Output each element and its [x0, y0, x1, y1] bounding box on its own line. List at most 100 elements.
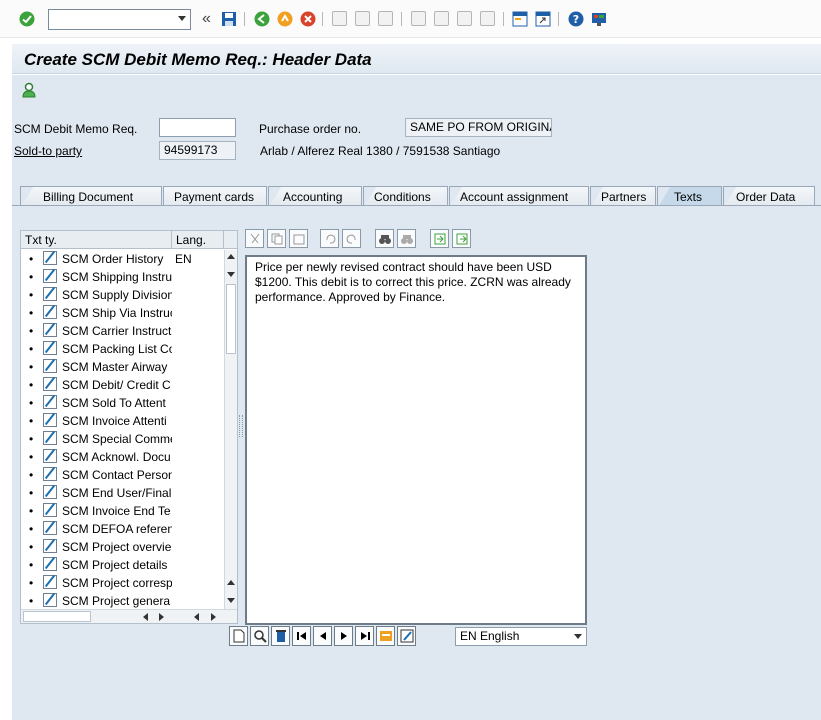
scroll-up-arrow-icon[interactable] [227, 254, 235, 259]
text-edit-icon[interactable] [43, 287, 57, 301]
text-type-row[interactable]: • SCM Project genera [21, 592, 237, 610]
scroll-up-arrow-icon[interactable] [227, 580, 235, 585]
cut-icon[interactable] [245, 229, 264, 248]
text-type-row[interactable]: • SCM Project details [21, 556, 237, 574]
text-edit-icon[interactable] [43, 359, 57, 373]
text-edit-icon[interactable] [43, 467, 57, 481]
text-edit-icon[interactable] [43, 503, 57, 517]
text-type-row[interactable]: • SCM Contact Person [21, 466, 237, 484]
new-document-icon[interactable] [229, 626, 248, 646]
text-type-row[interactable]: • SCM Shipping Instru [21, 268, 237, 286]
cancel-red-icon[interactable] [299, 10, 316, 27]
text-type-row[interactable]: • SCM DEFOA referen [21, 520, 237, 538]
find-next-icon[interactable] [377, 10, 394, 27]
scroll-right-arrow-icon[interactable] [159, 613, 164, 621]
text-type-row[interactable]: • SCM Debit/ Credit C [21, 376, 237, 394]
language-select[interactable]: EN English [455, 627, 587, 646]
text-type-row[interactable]: • SCM Project overvie [21, 538, 237, 556]
find-binoculars-icon[interactable] [375, 229, 394, 248]
shortcut-icon[interactable] [534, 10, 551, 27]
text-edit-icon[interactable] [43, 539, 57, 553]
text-type-row[interactable]: • SCM Carrier Instruct [21, 322, 237, 340]
new-session-icon[interactable] [511, 10, 528, 27]
text-type-row[interactable]: • SCM Master Airway [21, 358, 237, 376]
text-edit-icon[interactable] [43, 341, 57, 355]
previous-entry-icon[interactable] [313, 626, 332, 646]
first-page-icon[interactable] [410, 10, 427, 27]
enter-check-icon[interactable] [18, 10, 35, 27]
text-edit-icon[interactable] [43, 449, 57, 463]
save-icon[interactable] [220, 10, 237, 27]
export-icon[interactable] [452, 229, 471, 248]
chevron-down-icon[interactable] [178, 16, 186, 21]
text-edit-icon[interactable] [43, 395, 57, 409]
text-edit-icon[interactable] [43, 323, 57, 337]
previous-page-icon[interactable] [433, 10, 450, 27]
tab-order-data[interactable]: Order Data [723, 186, 815, 206]
vertical-scrollbar[interactable] [224, 250, 237, 610]
back-double-chevron-icon[interactable]: « [198, 10, 215, 27]
tab-conditions[interactable]: Conditions [363, 186, 448, 206]
redo-icon[interactable] [342, 229, 361, 248]
sold-to-party-field[interactable]: 94599173 [159, 141, 236, 160]
last-page-icon[interactable] [479, 10, 496, 27]
text-type-row[interactable]: • SCM Order History EN [21, 250, 237, 268]
text-edit-icon[interactable] [43, 521, 57, 535]
person-icon[interactable] [22, 82, 36, 101]
tab-texts[interactable]: Texts [657, 186, 722, 206]
format-icon[interactable] [376, 626, 395, 646]
customize-layout-icon[interactable] [590, 10, 607, 27]
scroll-right-arrow-icon[interactable] [211, 613, 216, 621]
text-type-row[interactable]: • SCM Sold To Attent [21, 394, 237, 412]
tab-billing-document[interactable]: Billing Document [20, 186, 162, 206]
help-icon[interactable]: ? [567, 10, 584, 27]
purchase-order-field[interactable]: SAME PO FROM ORIGINA [405, 118, 552, 137]
command-field[interactable] [48, 9, 191, 30]
text-edit-icon[interactable] [43, 593, 57, 607]
scroll-thumb[interactable] [226, 284, 236, 354]
text-edit-icon[interactable] [43, 305, 57, 319]
hscroll-thumb[interactable] [23, 611, 91, 622]
next-page-icon[interactable] [456, 10, 473, 27]
text-type-row[interactable]: • SCM Project corresp [21, 574, 237, 592]
text-edit-icon[interactable] [43, 557, 57, 571]
text-type-row[interactable]: • SCM Invoice Attenti [21, 412, 237, 430]
detail-view-icon[interactable] [250, 626, 269, 646]
column-header-language[interactable]: Lang. [172, 231, 224, 249]
tab-partners[interactable]: Partners [590, 186, 656, 206]
sold-to-party-link[interactable]: Sold-to party [14, 144, 82, 158]
text-edit-icon[interactable] [43, 269, 57, 283]
edit-pencil-icon[interactable] [397, 626, 416, 646]
undo-icon[interactable] [320, 229, 339, 248]
text-type-row[interactable]: • SCM Special Comme [21, 430, 237, 448]
horizontal-scrollbar[interactable] [21, 609, 237, 623]
text-edit-icon[interactable] [43, 485, 57, 499]
splitter-handle[interactable] [239, 415, 243, 437]
delete-trash-icon[interactable] [271, 626, 290, 646]
next-entry-icon[interactable] [334, 626, 353, 646]
text-edit-icon[interactable] [43, 575, 57, 589]
find-icon[interactable] [354, 10, 371, 27]
scroll-down-arrow-icon[interactable] [227, 272, 235, 277]
scroll-left-arrow-icon[interactable] [143, 613, 148, 621]
text-edit-icon[interactable] [43, 431, 57, 445]
paste-icon[interactable] [289, 229, 308, 248]
tab-payment-cards[interactable]: Payment cards [163, 186, 267, 206]
back-green-icon[interactable] [253, 10, 270, 27]
chevron-down-icon[interactable] [574, 634, 582, 639]
tab-account-assignment[interactable]: Account assignment [449, 186, 589, 206]
text-type-row[interactable]: • SCM Supply Division [21, 286, 237, 304]
column-header-text-type[interactable]: Txt ty. [21, 231, 172, 249]
tab-accounting[interactable]: Accounting [268, 186, 362, 206]
first-entry-icon[interactable] [292, 626, 311, 646]
print-icon[interactable] [331, 10, 348, 27]
copy-icon[interactable] [267, 229, 286, 248]
scroll-down-arrow-icon[interactable] [227, 598, 235, 603]
text-edit-icon[interactable] [43, 377, 57, 391]
text-type-row[interactable]: • SCM Packing List Co [21, 340, 237, 358]
import-icon[interactable] [430, 229, 449, 248]
text-type-row[interactable]: • SCM Ship Via Instruc [21, 304, 237, 322]
text-editor[interactable]: Price per newly revised contract should … [245, 255, 587, 625]
text-type-row[interactable]: • SCM End User/Final [21, 484, 237, 502]
last-entry-icon[interactable] [355, 626, 374, 646]
